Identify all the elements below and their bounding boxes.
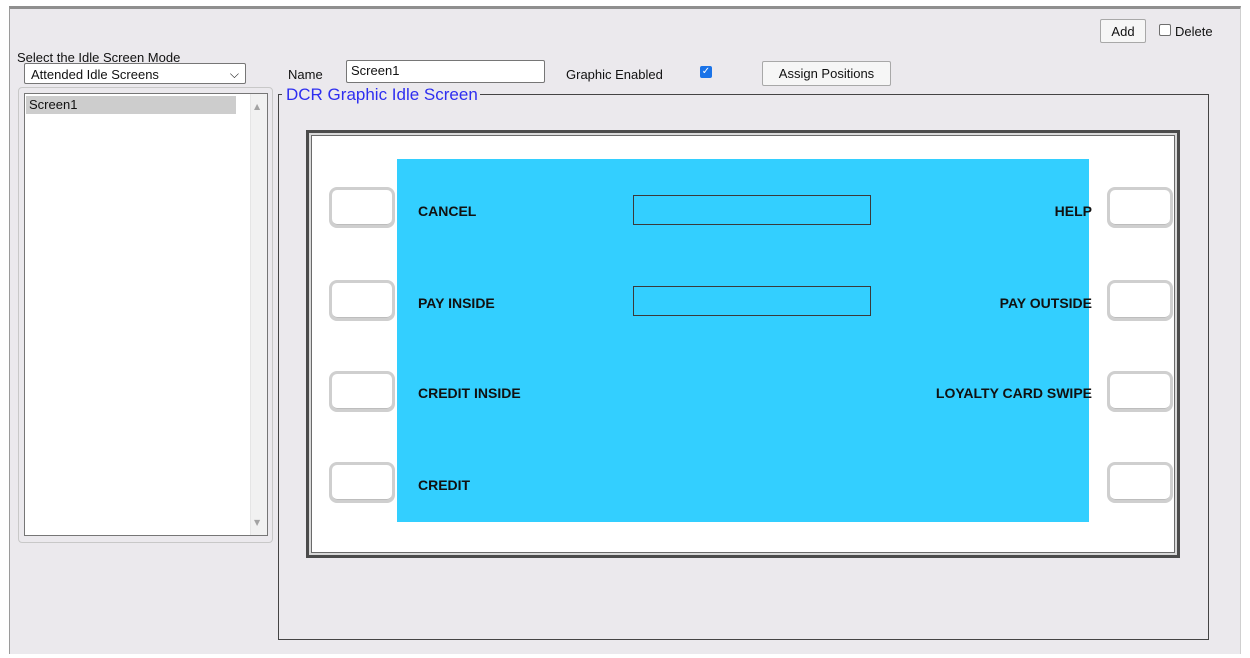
add-button[interactable]: Add bbox=[1100, 19, 1146, 43]
screen-label-left-3: CREDIT INSIDE bbox=[418, 385, 521, 401]
softkey-left-3[interactable] bbox=[329, 371, 395, 412]
screen-label-right-3: LOYALTY CARD SWIPE bbox=[935, 385, 1092, 401]
softkey-left-4[interactable] bbox=[329, 462, 395, 503]
screen-list-container: Screen1 ▲ ▼ bbox=[18, 87, 273, 543]
softkey-right-4[interactable] bbox=[1107, 462, 1173, 503]
screen-label-left-1: CANCEL bbox=[418, 203, 477, 219]
dcr-graphic-legend: DCR Graphic Idle Screen bbox=[282, 85, 480, 105]
scroll-down-icon[interactable]: ▼ bbox=[254, 518, 260, 527]
list-scrollbar[interactable]: ▲ ▼ bbox=[250, 94, 267, 535]
softkey-right-1[interactable] bbox=[1107, 187, 1173, 228]
screen-label-left-4: CREDIT bbox=[418, 477, 471, 493]
screen-text-field-2[interactable] bbox=[633, 286, 871, 316]
name-label: Name bbox=[288, 67, 323, 82]
screen-text-field-1[interactable] bbox=[633, 195, 871, 225]
chevron-down-icon: ⌵ bbox=[229, 67, 239, 81]
screen-label-right-1: HELP bbox=[1054, 203, 1092, 219]
assign-positions-button[interactable]: Assign Positions bbox=[762, 61, 891, 86]
checkmark-icon: ✓ bbox=[701, 66, 711, 77]
softkey-left-1[interactable] bbox=[329, 187, 395, 228]
softkey-right-2[interactable] bbox=[1107, 280, 1173, 321]
scroll-up-icon[interactable]: ▲ bbox=[254, 102, 260, 111]
list-item[interactable]: Screen1 bbox=[26, 96, 236, 114]
softkey-right-3[interactable] bbox=[1107, 371, 1173, 412]
idle-mode-select[interactable]: Attended Idle Screens ⌵ bbox=[24, 63, 246, 84]
screen-label-right-2: PAY OUTSIDE bbox=[999, 295, 1092, 311]
screen-listbox[interactable]: Screen1 ▲ ▼ bbox=[24, 93, 268, 536]
screen-label-left-2: PAY INSIDE bbox=[418, 295, 495, 311]
delete-label: Delete bbox=[1175, 24, 1213, 39]
softkey-left-2[interactable] bbox=[329, 280, 395, 321]
name-field[interactable]: Screen1 bbox=[346, 60, 545, 83]
delete-checkbox[interactable] bbox=[1159, 24, 1171, 36]
idle-mode-select-value: Attended Idle Screens bbox=[31, 67, 159, 82]
graphic-enabled-checkbox[interactable]: ✓ bbox=[700, 66, 712, 78]
graphic-enabled-label: Graphic Enabled bbox=[566, 67, 663, 82]
